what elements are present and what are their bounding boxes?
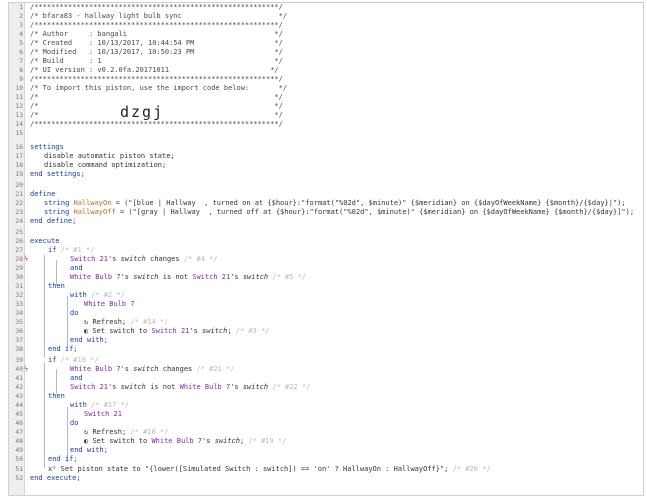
code-line-28[interactable]: ϟ Switch 21's switch changes /* #4 */ — [0, 255, 647, 264]
code-line-51[interactable]: x² Set piston state to "{lower([Simulate… — [0, 465, 647, 474]
code-line-35[interactable]: ↻ Refresh; /* #14 */ — [0, 318, 647, 327]
code-line-52: end execute; — [30, 474, 81, 482]
code-line-43: then — [48, 392, 65, 400]
code-line-22: string HallwayOn = ("[blue | Hallway , t… — [44, 199, 626, 207]
code-line-24: end define; — [30, 217, 77, 225]
var-hallway-on: HallwayOn — [73, 199, 112, 207]
code-line-6: /* Modified : 10/13/2017, 10:50:23 PM */ — [30, 48, 283, 56]
code-line-40[interactable]: ϟ White Bulb 7's switch changes /* #21 */ — [0, 365, 647, 374]
line-number: 25 — [0, 228, 647, 237]
line-number-text: 15 — [15, 130, 23, 137]
code-line-46: do — [70, 419, 79, 427]
code-line-47[interactable]: ↻ Refresh; /* #18 */ — [0, 428, 647, 437]
code-line-7: /* Build : 1 */ — [30, 57, 283, 65]
import-code[interactable]: dzgj — [120, 103, 164, 121]
code-line-3: /***************************************… — [30, 21, 283, 29]
code-line-42[interactable]: Switch 21's switch is not White Bulb 7's… — [0, 383, 647, 392]
code-line-27[interactable]: if /* #1 */ — [0, 246, 647, 255]
code-line-32[interactable]: with /* #2 */ — [0, 291, 647, 300]
code-line-13: /* */ — [30, 111, 283, 119]
code-line-50: end if; — [48, 455, 78, 463]
code-line-41: and — [70, 374, 83, 382]
code-line-29: and — [70, 264, 83, 272]
code-line-2: /* bfara83 - hallway light bulb sync */ — [30, 12, 288, 20]
code-line-31: then — [48, 282, 65, 290]
code-line-1: /***************************************… — [30, 3, 283, 11]
code-line-33[interactable]: White Bulb 7 — [0, 300, 647, 309]
code-line-10: /* To import this piston, use the import… — [30, 84, 288, 92]
trigger-lightning-icon-2: ϟ — [24, 365, 29, 373]
code-line-8: /* UI version : v0.2.0fa.20171011 */ — [30, 66, 279, 74]
refresh-icon: ↻ — [84, 318, 89, 326]
code-line-36[interactable]: ◐ Set switch to Switch 21's switch; /* #… — [0, 327, 647, 336]
toggle-icon-2: ◐ — [84, 437, 89, 445]
variable-icon: x² — [48, 465, 57, 473]
code-line-38: end if; — [48, 345, 78, 353]
var-hallway-off: HallwayOff — [73, 208, 116, 216]
code-line-4: /* Author : bangali */ — [30, 30, 283, 38]
code-line-14: /***************************************… — [30, 120, 283, 128]
code-line-5: /* Created : 10/13/2017, 10:44:54 PM */ — [30, 39, 283, 47]
line-number-text: 20 — [15, 182, 23, 189]
code-line-30[interactable]: White Bulb 7's switch is not Switch 21's… — [0, 273, 647, 282]
toggle-icon: ◐ — [84, 327, 89, 335]
code-line-26: execute — [30, 237, 60, 245]
code-line-17: disable automatic piston state; — [44, 152, 175, 160]
code-line-44[interactable]: with /* #17 */ — [0, 401, 647, 410]
code-line-19: end settings; — [30, 170, 85, 178]
line-number-text: 25 — [15, 229, 23, 236]
refresh-icon-2: ↻ — [84, 428, 89, 436]
code-line-9: /***************************************… — [30, 75, 283, 83]
code-line-37: end with; — [70, 336, 108, 344]
code-line-21: define — [30, 190, 56, 198]
line-number: 15 — [0, 129, 647, 138]
code-line-34: do — [70, 309, 79, 317]
code-line-49: end with; — [70, 446, 108, 454]
code-line-48[interactable]: ◐ Set switch to White Bulb 7's switch; /… — [0, 437, 647, 446]
code-line-23: string HallwayOff = ("[gray | Hallway , … — [44, 208, 635, 216]
line-number: 20 — [0, 181, 647, 190]
code-line-12: /* */ — [30, 102, 283, 110]
code-line-18: disable command optimization; — [44, 161, 167, 169]
code-line-39[interactable]: if /* #16 */ — [0, 356, 647, 365]
trigger-lightning-icon: ϟ — [24, 255, 29, 263]
code-line-11: /* */ — [30, 93, 283, 101]
code-line-45[interactable]: Switch 21 — [0, 410, 647, 419]
code-line-16: settings — [30, 143, 64, 151]
